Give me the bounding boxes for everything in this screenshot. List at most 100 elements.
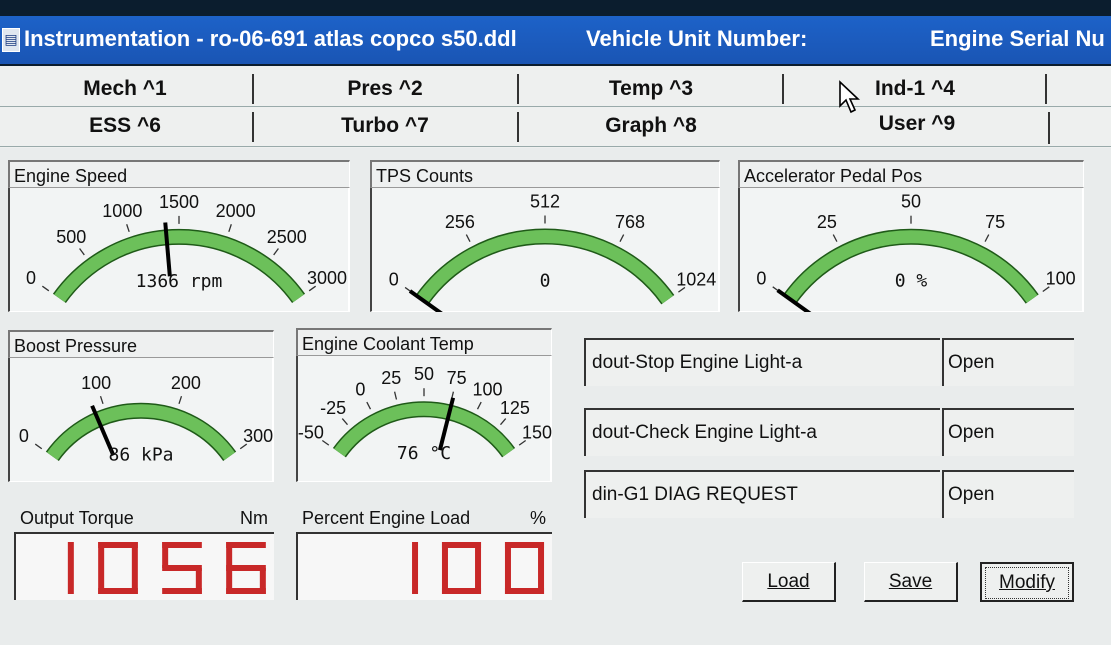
gauge-readout: 86 kPa: [108, 445, 173, 466]
tab-temp[interactable]: Temp ^3: [520, 72, 782, 106]
digit-segment: [226, 568, 233, 594]
gauge-tick-label: 25: [381, 368, 401, 388]
digit-segment: [538, 542, 545, 568]
tab-graph[interactable]: Graph ^8: [520, 109, 782, 143]
output-label: dout-Check Engine Light-a: [584, 408, 940, 456]
digit-segment: [98, 542, 105, 568]
digit-segment: [67, 542, 74, 568]
engine-speed-gauge: Engine Speed 0 500 1000 1500 2000 2500 3000 136…: [8, 160, 350, 312]
tab-separator: [252, 74, 254, 104]
digit-segment: [162, 588, 202, 594]
output-value: Open: [942, 470, 1074, 518]
load-digits: 100: [412, 542, 545, 594]
digit-segment: [504, 542, 511, 568]
gauge-tick-label: 1024: [676, 269, 716, 289]
check-engine-light-row: dout-Check Engine Light-a Open: [584, 408, 1074, 456]
tab-separator: [782, 74, 784, 104]
app-icon[interactable]: ▤: [2, 28, 20, 52]
tab-separator: [517, 112, 519, 142]
gauge-tick: [126, 224, 130, 233]
digit-segment: [162, 565, 202, 571]
gauge-tick: [273, 248, 279, 256]
tab-ind-1[interactable]: Ind-1 ^4: [786, 72, 1044, 106]
tab-bar: Mech ^1 Pres ^2 Temp ^3 Ind-1 ^4 ESS ^6 …: [0, 66, 1111, 148]
gauge-tick-label: 1500: [159, 192, 199, 212]
gauge-tick-label: -50: [298, 422, 324, 442]
display-title: Percent Engine Load: [302, 508, 471, 528]
gauge-tick: [228, 224, 232, 233]
gauge-tick-label: 75: [985, 212, 1005, 232]
gauge-tick-label: 0: [355, 380, 365, 400]
torque-digits: 1056: [16, 536, 266, 594]
tab-divider: [0, 146, 1111, 147]
digit-segment: [226, 542, 233, 568]
gauge-readout: 0: [540, 271, 551, 292]
modify-button[interactable]: Modify: [980, 562, 1074, 602]
tps-counts-gauge: TPS Counts 0 256 512 768 1024 0: [370, 160, 720, 312]
digit-segment: [441, 568, 448, 594]
gauge-tick-label: 100: [81, 373, 111, 393]
gauge-tick-label: 100: [473, 380, 503, 400]
gauge-tick-label: 2500: [267, 227, 307, 247]
digit-window: Output Torque Nm 1056: [14, 508, 274, 600]
digit-segment: [131, 542, 138, 568]
stop-engine-light-row: dout-Stop Engine Light-a Open: [584, 338, 1074, 386]
gauge-tick: [393, 391, 398, 400]
gauge-tick: [499, 418, 507, 426]
gauge-tick-label: 0: [756, 269, 766, 289]
gauge-tick-label: 0: [26, 268, 36, 288]
output-value: Open: [942, 408, 1074, 456]
gauge-tick: [465, 234, 471, 242]
output-torque-display: Output Torque Nm 1056: [14, 502, 274, 600]
digit-window: Percent Engine Load % 100: [296, 508, 552, 600]
gauge-tick: [79, 248, 85, 256]
digit-value: 1056: [16, 536, 19, 537]
tab-separator: [1045, 74, 1047, 104]
digit-segment: [504, 568, 511, 594]
output-label: din-G1 DIAG REQUEST: [584, 470, 940, 518]
gauge-tick: [476, 401, 482, 410]
vehicle-unit-label: Vehicle Unit Number:: [586, 26, 808, 51]
engine-serial-label: Engine Serial Nu: [930, 26, 1105, 51]
tab-separator: [517, 74, 519, 104]
mouse-cursor-icon: [839, 80, 861, 114]
digit-segment: [162, 542, 169, 568]
gauge-readout: 1366 rpm: [136, 271, 223, 292]
gauge-tick-label: 125: [500, 398, 530, 418]
gauge-tick: [341, 418, 349, 426]
gauge-tick-label: 256: [445, 212, 475, 232]
gauge-tick-label: 25: [817, 212, 837, 232]
output-label: dout-Stop Engine Light-a: [584, 338, 940, 386]
gauge-tick: [34, 443, 43, 450]
gauge-tick-label: 75: [447, 368, 467, 388]
digit-segment: [67, 568, 74, 594]
tab-pres[interactable]: Pres ^2: [254, 72, 516, 106]
gauge-tick-label: 0: [19, 426, 29, 446]
save-button[interactable]: Save: [864, 562, 958, 602]
tab-user[interactable]: User ^9: [786, 107, 1048, 141]
gauge-tick: [41, 285, 50, 292]
gauge-tick-label: 0: [389, 269, 399, 289]
gauge-tick-label: 200: [171, 373, 201, 393]
boost-pressure-gauge: Boost Pressure 0 100 200 300 86 kPa: [8, 330, 274, 482]
gauge-tick-label: 1000: [102, 201, 142, 221]
tab-separator: [252, 112, 254, 142]
coolant-temp-dial: -50 -25 0 25 50 75 100125 150 76 °C: [298, 364, 552, 464]
coolant-temp-gauge: Engine Coolant Temp -50 -25 0 25 50 75 100 125 1…: [296, 328, 552, 482]
tab-mech[interactable]: Mech ^1: [0, 72, 250, 106]
tab-turbo[interactable]: Turbo ^7: [254, 109, 516, 143]
gauge-tick: [619, 234, 625, 242]
load-button[interactable]: Load: [742, 562, 836, 602]
digit-segment: [98, 568, 105, 594]
gauge-tick-label: 150: [522, 422, 552, 442]
digit-segment: [412, 542, 419, 568]
tab-separator: [1048, 112, 1050, 144]
display-title: Output Torque: [20, 508, 134, 528]
gauge-tick: [984, 234, 990, 242]
gauge-tick-label: 3000: [307, 268, 347, 288]
tab-ess[interactable]: ESS ^6: [0, 109, 250, 143]
tps-counts-dial: 0 256 512 768 1024 0: [389, 192, 716, 312]
modify-button-label: Modify: [985, 567, 1069, 599]
output-value: Open: [942, 338, 1074, 386]
gauge-tick-label: 768: [615, 212, 645, 232]
